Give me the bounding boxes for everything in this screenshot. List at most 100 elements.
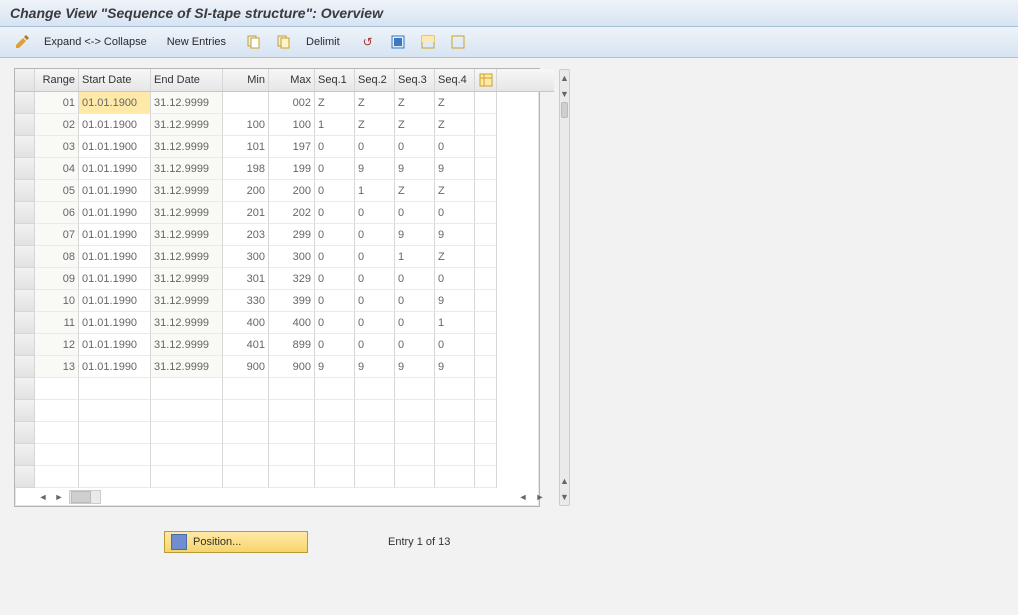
cell-seq1[interactable]	[315, 422, 355, 444]
cell-range[interactable]	[35, 378, 79, 400]
table-row[interactable]: 0801.01.199031.12.9999300300001Z	[15, 246, 554, 268]
cell-start-date[interactable]: 01.01.1990	[79, 356, 151, 378]
cell-seq1[interactable]: 0	[315, 312, 355, 334]
cell-range[interactable]: 04	[35, 158, 79, 180]
cell-seq4[interactable]	[435, 400, 475, 422]
h-scroll-left-2[interactable]: ◄	[515, 489, 531, 505]
cell-range[interactable]: 06	[35, 202, 79, 224]
row-selector[interactable]	[15, 136, 35, 158]
cell-seq3[interactable]: 9	[395, 356, 435, 378]
row-selector[interactable]	[15, 246, 35, 268]
cell-range[interactable]: 12	[35, 334, 79, 356]
cell-seq1[interactable]: 0	[315, 290, 355, 312]
cell-seq3[interactable]: 0	[395, 136, 435, 158]
cell-seq1[interactable]: 0	[315, 158, 355, 180]
cell-start-date[interactable]: 01.01.1900	[79, 114, 151, 136]
cell-end-date[interactable]: 31.12.9999	[151, 92, 223, 114]
cell-min[interactable]	[223, 422, 269, 444]
cell-min[interactable]: 203	[223, 224, 269, 246]
row-selector[interactable]	[15, 378, 35, 400]
cell-seq4[interactable]: 0	[435, 334, 475, 356]
copy-as-button[interactable]	[272, 32, 296, 52]
cell-end-date[interactable]: 31.12.9999	[151, 334, 223, 356]
header-start-date[interactable]: Start Date	[79, 69, 151, 91]
row-selector[interactable]	[15, 356, 35, 378]
cell-max[interactable]: 002	[269, 92, 315, 114]
cell-start-date[interactable]: 01.01.1990	[79, 180, 151, 202]
cell-seq3[interactable]	[395, 400, 435, 422]
cell-min[interactable]	[223, 378, 269, 400]
cell-seq2[interactable]	[355, 378, 395, 400]
cell-seq3[interactable]: Z	[395, 114, 435, 136]
cell-seq4[interactable]: Z	[435, 114, 475, 136]
cell-seq4[interactable]: 1	[435, 312, 475, 334]
cell-min[interactable]	[223, 92, 269, 114]
cell-seq2[interactable]: 9	[355, 356, 395, 378]
cell-seq4[interactable]: Z	[435, 246, 475, 268]
cell-min[interactable]: 201	[223, 202, 269, 224]
table-row[interactable]: 0501.01.199031.12.999920020001ZZ	[15, 180, 554, 202]
cell-range[interactable]	[35, 422, 79, 444]
cell-seq2[interactable]	[355, 400, 395, 422]
cell-start-date[interactable]: 01.01.1990	[79, 312, 151, 334]
table-row-empty[interactable]	[15, 466, 554, 488]
cell-end-date[interactable]	[151, 466, 223, 488]
cell-max[interactable]	[269, 378, 315, 400]
cell-end-date[interactable]: 31.12.9999	[151, 158, 223, 180]
cell-start-date[interactable]: 01.01.1990	[79, 158, 151, 180]
cell-seq2[interactable]	[355, 444, 395, 466]
cell-start-date[interactable]: 01.01.1900	[79, 92, 151, 114]
cell-seq2[interactable]: 0	[355, 202, 395, 224]
cell-end-date[interactable]: 31.12.9999	[151, 356, 223, 378]
cell-max[interactable]: 100	[269, 114, 315, 136]
cell-seq2[interactable]: 1	[355, 180, 395, 202]
cell-seq3[interactable]: Z	[395, 92, 435, 114]
cell-seq1[interactable]	[315, 444, 355, 466]
cell-seq4[interactable]: 9	[435, 224, 475, 246]
select-block-button[interactable]	[416, 32, 440, 52]
cell-seq1[interactable]: 0	[315, 180, 355, 202]
cell-range[interactable]: 07	[35, 224, 79, 246]
cell-min[interactable]: 330	[223, 290, 269, 312]
cell-max[interactable]: 299	[269, 224, 315, 246]
v-scroll-up[interactable]: ▲	[560, 70, 569, 86]
cell-seq4[interactable]: 9	[435, 290, 475, 312]
row-selector[interactable]	[15, 400, 35, 422]
table-row-empty[interactable]	[15, 422, 554, 444]
cell-min[interactable]	[223, 444, 269, 466]
cell-range[interactable]: 08	[35, 246, 79, 268]
row-selector[interactable]	[15, 444, 35, 466]
cell-seq3[interactable]: 0	[395, 202, 435, 224]
cell-min[interactable]: 900	[223, 356, 269, 378]
cell-end-date[interactable]: 31.12.9999	[151, 114, 223, 136]
cell-min[interactable]: 200	[223, 180, 269, 202]
undo-button[interactable]: ↺	[356, 32, 380, 52]
row-selector[interactable]	[15, 92, 35, 114]
cell-seq1[interactable]: 0	[315, 334, 355, 356]
cell-min[interactable]	[223, 400, 269, 422]
cell-seq1[interactable]: 1	[315, 114, 355, 136]
cell-seq3[interactable]	[395, 466, 435, 488]
cell-seq4[interactable]: Z	[435, 92, 475, 114]
row-selector[interactable]	[15, 268, 35, 290]
cell-min[interactable]	[223, 466, 269, 488]
cell-range[interactable]: 09	[35, 268, 79, 290]
header-seq4[interactable]: Seq.4	[435, 69, 475, 91]
cell-seq3[interactable]: 0	[395, 334, 435, 356]
cell-range[interactable]	[35, 466, 79, 488]
cell-seq2[interactable]: Z	[355, 92, 395, 114]
row-selector[interactable]	[15, 224, 35, 246]
cell-seq4[interactable]: 0	[435, 268, 475, 290]
cell-seq4[interactable]: 0	[435, 202, 475, 224]
cell-end-date[interactable]: 31.12.9999	[151, 312, 223, 334]
cell-seq2[interactable]: 0	[355, 136, 395, 158]
cell-min[interactable]: 101	[223, 136, 269, 158]
cell-seq4[interactable]	[435, 378, 475, 400]
cell-seq2[interactable]	[355, 466, 395, 488]
header-max[interactable]: Max	[269, 69, 315, 91]
cell-start-date[interactable]: 01.01.1990	[79, 246, 151, 268]
cell-max[interactable]: 900	[269, 356, 315, 378]
cell-min[interactable]: 401	[223, 334, 269, 356]
cell-range[interactable]: 01	[35, 92, 79, 114]
v-scroll-track[interactable]	[560, 102, 569, 473]
